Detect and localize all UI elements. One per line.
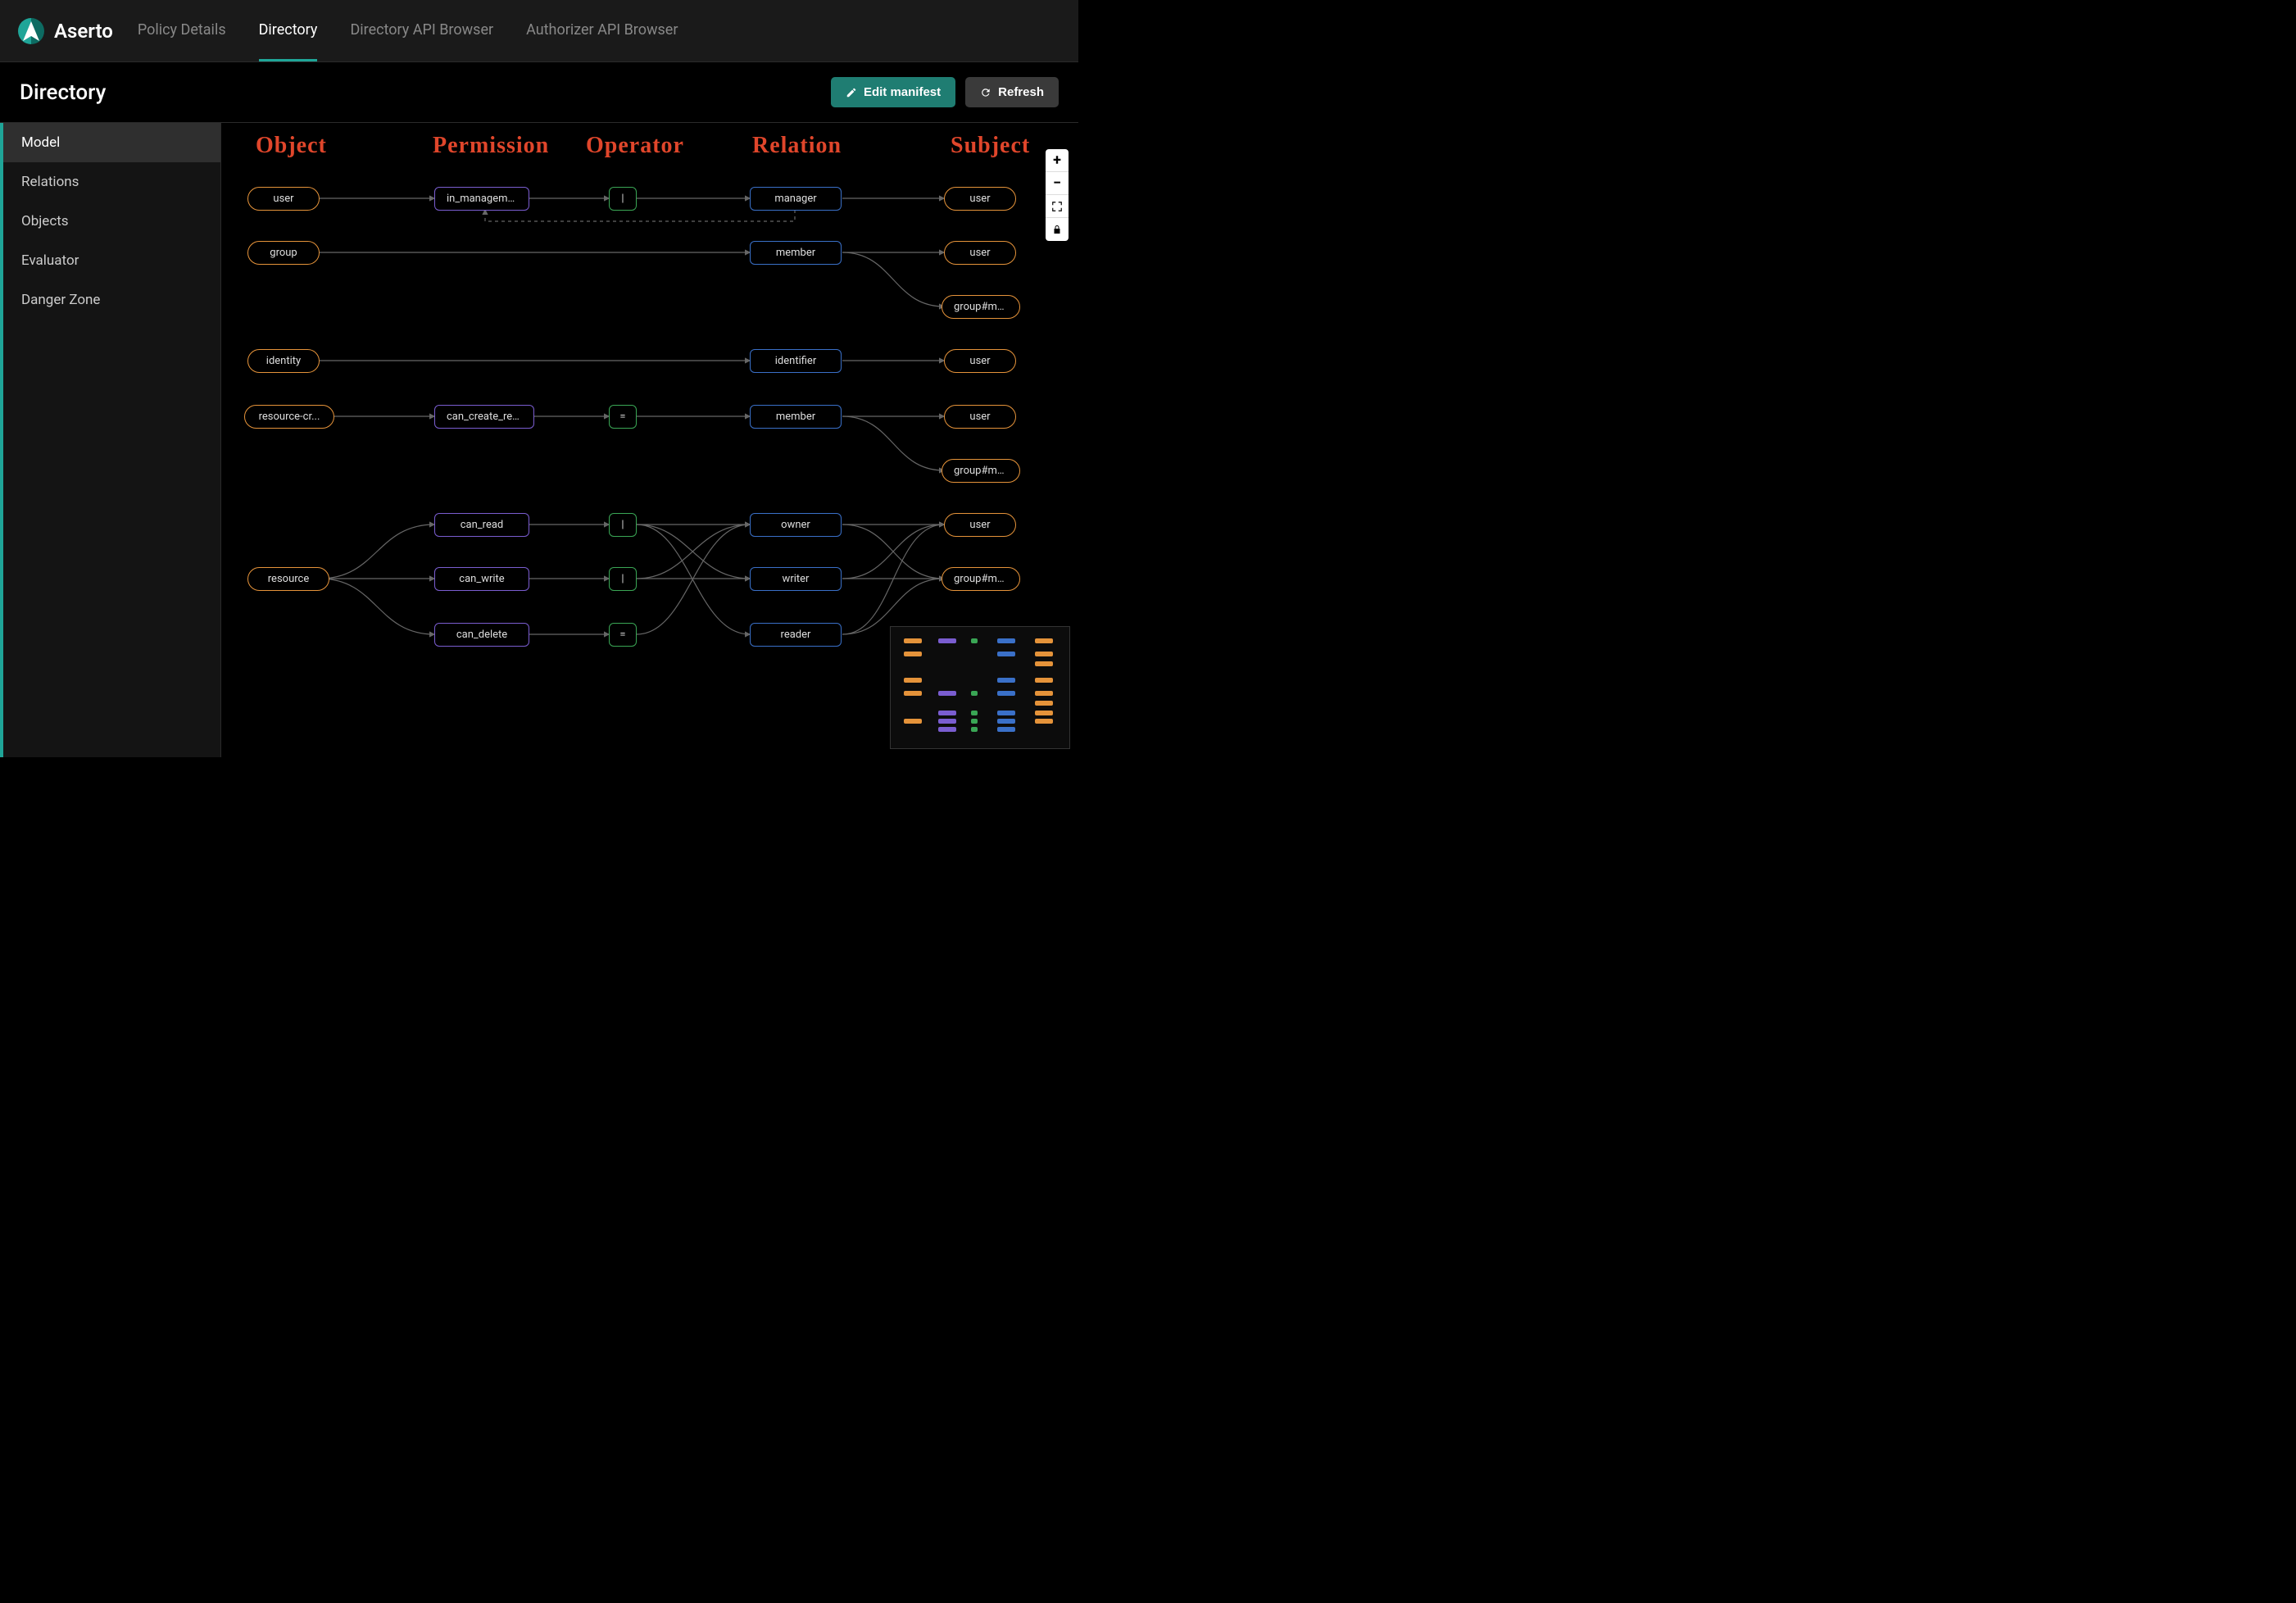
node-object-user[interactable]: user — [247, 187, 320, 211]
minimap-node — [1035, 661, 1053, 666]
tab-authorizer-api-browser[interactable]: Authorizer API Browser — [526, 0, 678, 61]
minimap-node — [904, 719, 922, 724]
minimap-node — [971, 691, 978, 696]
minimap-node — [938, 711, 956, 715]
body: Model Relations Objects Evaluator Danger… — [0, 123, 1078, 757]
zoom-lock-button[interactable] — [1046, 218, 1069, 241]
sidebar: Model Relations Objects Evaluator Danger… — [0, 123, 221, 757]
annotation-subject: Subject — [951, 133, 1030, 159]
minimap-node — [971, 727, 978, 732]
minimap-node — [997, 691, 1015, 696]
node-operator-eq-1[interactable]: = — [609, 405, 637, 429]
node-subject-groupmember-1[interactable]: group#mem... — [942, 295, 1020, 319]
minimap-node — [997, 727, 1015, 732]
node-perm-can-read[interactable]: can_read — [434, 513, 529, 537]
sidebar-item-objects[interactable]: Objects — [3, 202, 220, 241]
graph-canvas[interactable]: Object Permission Operator Relation Subj… — [221, 123, 1078, 757]
minimap-node — [938, 691, 956, 696]
node-relation-manager[interactable]: manager — [750, 187, 842, 211]
sidebar-item-relations[interactable]: Relations — [3, 162, 220, 202]
lock-icon — [1052, 225, 1062, 234]
minimap-node — [938, 727, 956, 732]
top-tabs: Policy Details Directory Directory API B… — [138, 0, 678, 61]
node-perm-can-write[interactable]: can_write — [434, 567, 529, 591]
refresh-button[interactable]: Refresh — [965, 77, 1059, 107]
node-relation-identifier[interactable]: identifier — [750, 349, 842, 373]
node-perm-can-delete[interactable]: can_delete — [434, 623, 529, 647]
node-relation-owner[interactable]: owner — [750, 513, 842, 537]
node-subject-user-2[interactable]: user — [944, 241, 1016, 265]
minimap-node — [997, 678, 1015, 683]
edit-manifest-button[interactable]: Edit manifest — [831, 77, 955, 107]
node-operator-pipe-1[interactable]: | — [609, 187, 637, 211]
node-relation-member-2[interactable]: member — [750, 405, 842, 429]
minimap-node — [997, 652, 1015, 656]
header-actions: Edit manifest Refresh — [831, 77, 1059, 107]
zoom-fit-button[interactable] — [1046, 195, 1069, 218]
node-subject-user-1[interactable]: user — [944, 187, 1016, 211]
minimap-node — [997, 719, 1015, 724]
brand-text: Aserto — [54, 20, 113, 43]
minimap-node — [997, 711, 1015, 715]
minimap-node — [1035, 638, 1053, 643]
minimap-node — [997, 638, 1015, 643]
tab-policy-details[interactable]: Policy Details — [138, 0, 226, 61]
minimap-node — [904, 678, 922, 683]
annotation-operator: Operator — [586, 133, 684, 159]
refresh-icon — [980, 87, 991, 98]
topbar: Aserto Policy Details Directory Director… — [0, 0, 1078, 62]
node-relation-reader[interactable]: reader — [750, 623, 842, 647]
minimap-node — [904, 652, 922, 656]
subheader: Directory Edit manifest Refresh — [0, 62, 1078, 123]
zoom-out-button[interactable]: − — [1046, 172, 1069, 195]
minimap-node — [971, 638, 978, 643]
zoom-controls: + − — [1046, 149, 1069, 241]
node-object-identity[interactable]: identity — [247, 349, 320, 373]
sidebar-item-model[interactable]: Model — [3, 123, 220, 162]
node-operator-pipe-2[interactable]: | — [609, 513, 637, 537]
annotation-object: Object — [256, 133, 327, 159]
minimap-node — [904, 638, 922, 643]
sidebar-item-evaluator[interactable]: Evaluator — [3, 241, 220, 280]
node-subject-groupmember-2[interactable]: group#mem... — [942, 459, 1020, 483]
node-perm-can-create-resource[interactable]: can_create_res... — [434, 405, 534, 429]
minimap-node — [938, 719, 956, 724]
minimap-node — [1035, 711, 1053, 715]
minimap-node — [1035, 678, 1053, 683]
pencil-icon — [846, 87, 857, 98]
minimap-node — [1035, 691, 1053, 696]
annotation-permission: Permission — [433, 133, 549, 159]
refresh-label: Refresh — [998, 85, 1044, 99]
minimap[interactable] — [890, 626, 1070, 749]
tab-directory[interactable]: Directory — [259, 0, 318, 61]
node-subject-user-4[interactable]: user — [944, 405, 1016, 429]
minimap-node — [971, 719, 978, 724]
node-relation-member-1[interactable]: member — [750, 241, 842, 265]
node-operator-pipe-3[interactable]: | — [609, 567, 637, 591]
zoom-in-button[interactable]: + — [1046, 149, 1069, 172]
minimap-node — [1035, 652, 1053, 656]
sidebar-item-danger-zone[interactable]: Danger Zone — [3, 280, 220, 320]
node-operator-eq-2[interactable]: = — [609, 623, 637, 647]
minimap-node — [904, 691, 922, 696]
node-subject-user-3[interactable]: user — [944, 349, 1016, 373]
minimap-node — [938, 638, 956, 643]
minimap-node — [1035, 701, 1053, 706]
brand: Aserto — [16, 16, 113, 46]
node-object-resource-creator[interactable]: resource-cr... — [244, 405, 334, 429]
page-title: Directory — [20, 80, 106, 105]
node-relation-writer[interactable]: writer — [750, 567, 842, 591]
edit-manifest-label: Edit manifest — [864, 85, 941, 99]
tab-directory-api-browser[interactable]: Directory API Browser — [350, 0, 493, 61]
node-object-group[interactable]: group — [247, 241, 320, 265]
node-subject-groupmember-3[interactable]: group#mem... — [942, 567, 1020, 591]
node-subject-user-5[interactable]: user — [944, 513, 1016, 537]
aserto-logo-icon — [16, 16, 46, 46]
fit-icon — [1051, 201, 1063, 212]
annotation-relation: Relation — [752, 133, 842, 159]
node-object-resource[interactable]: resource — [247, 567, 329, 591]
node-perm-in-management[interactable]: in_managemen... — [434, 187, 529, 211]
minimap-node — [1035, 719, 1053, 724]
minimap-node — [971, 711, 978, 715]
